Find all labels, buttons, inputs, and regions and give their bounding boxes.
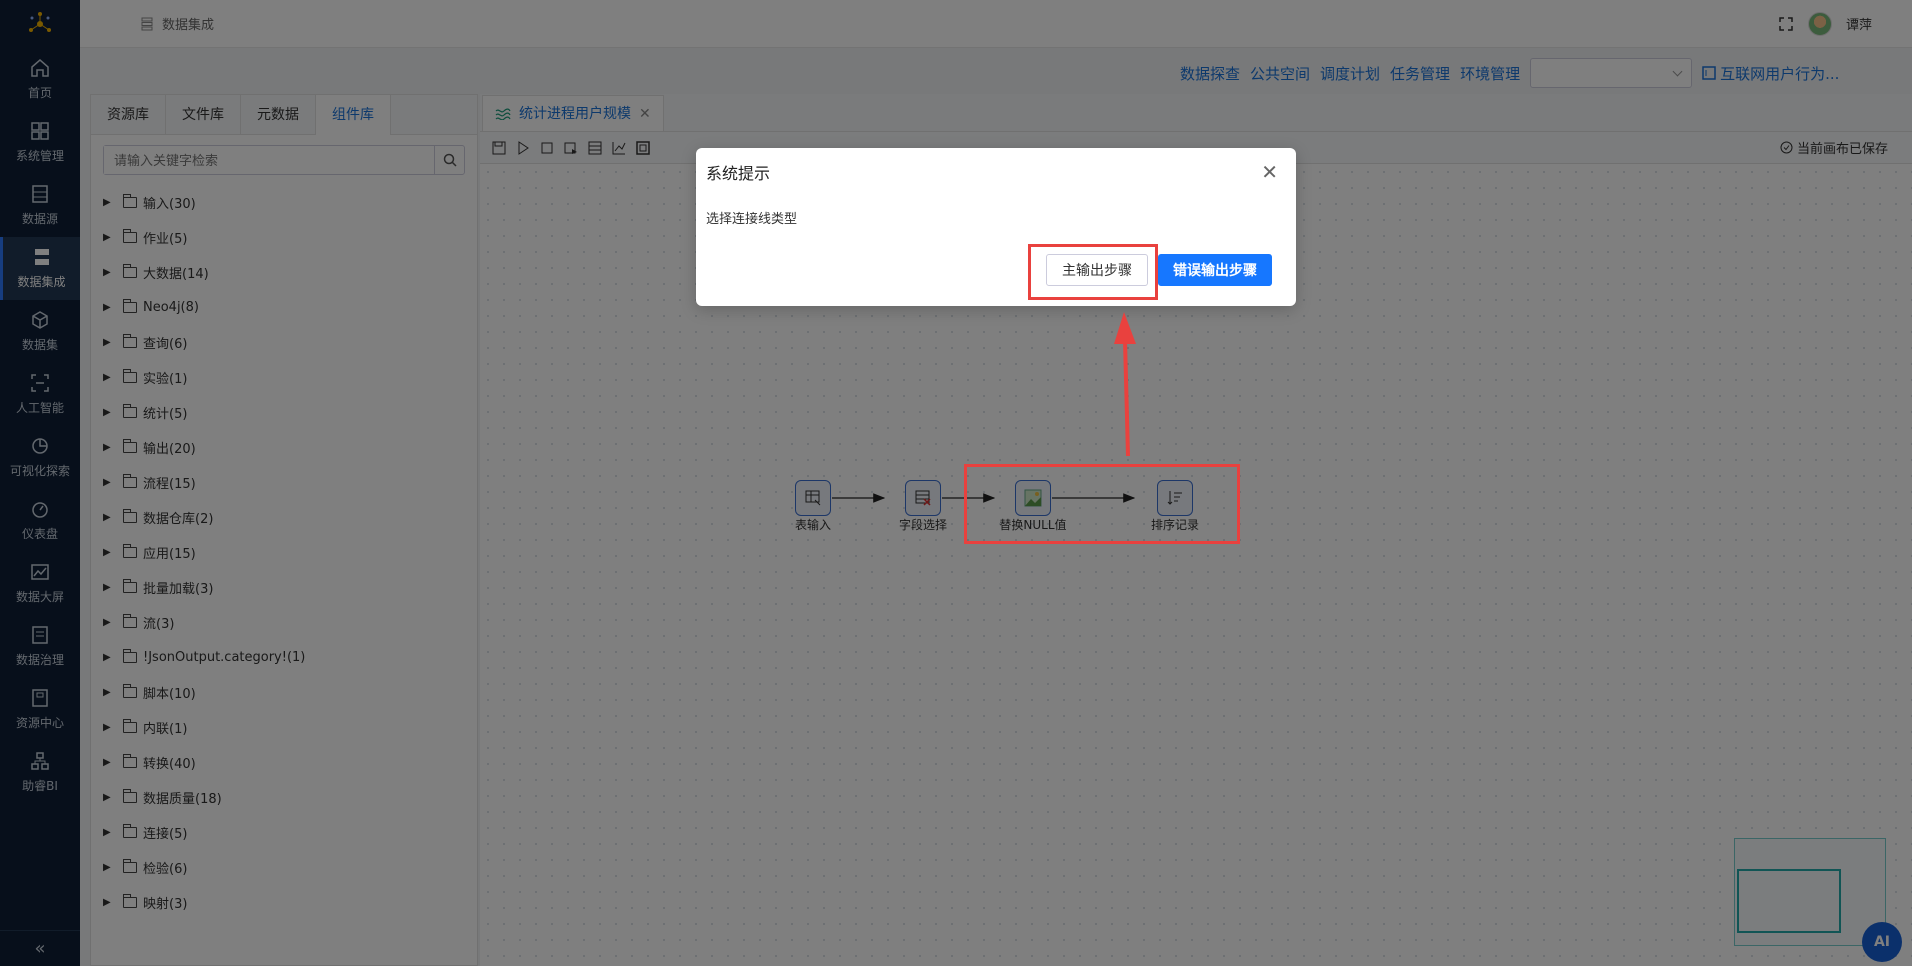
system-prompt-dialog: 系统提示 ✕ 选择连接线类型 主输出步骤 错误输出步骤 xyxy=(696,148,1296,306)
dialog-title: 系统提示 xyxy=(706,164,771,183)
error-output-button[interactable]: 错误输出步骤 xyxy=(1158,254,1272,286)
highlight-nodes xyxy=(964,464,1240,544)
highlight-main-button xyxy=(1028,244,1158,300)
dialog-message: 选择连接线类型 xyxy=(706,212,798,227)
modal-overlay xyxy=(0,0,1912,966)
close-dialog-icon[interactable]: ✕ xyxy=(1261,160,1278,184)
annotation-arrow xyxy=(1114,312,1136,457)
